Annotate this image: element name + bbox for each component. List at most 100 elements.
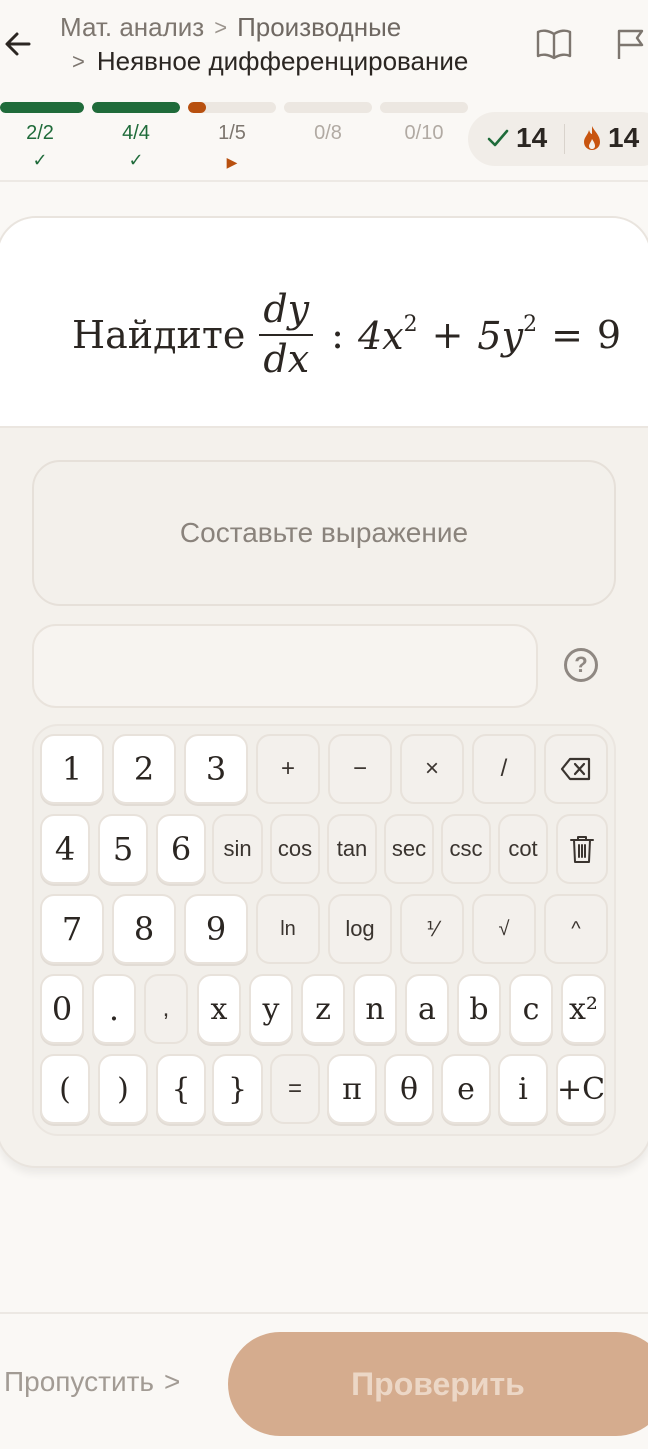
check-icon: ✓ — [32, 150, 48, 170]
equation-term-2: 5y2 — [477, 312, 537, 358]
key-n[interactable]: n — [353, 974, 397, 1044]
correct-counter: 14 — [486, 122, 547, 154]
key-close-paren[interactable]: ) — [98, 1054, 148, 1124]
key-open-paren[interactable]: ( — [40, 1054, 90, 1124]
key-y[interactable]: y — [249, 974, 293, 1044]
key-theta[interactable]: θ — [384, 1054, 434, 1124]
segment-count[interactable]: 1/5 — [192, 122, 272, 145]
chevron-right-icon: > — [164, 1366, 181, 1397]
term-1-exponent: 2 — [403, 311, 418, 337]
key-8[interactable]: 8 — [112, 894, 176, 964]
streak-counter: 14 — [582, 122, 639, 154]
key-plus[interactable]: + — [256, 734, 320, 804]
check-icon — [487, 129, 509, 147]
key-0[interactable]: 0 — [40, 974, 84, 1044]
key-ln[interactable]: ln — [256, 894, 320, 964]
stats-divider — [564, 124, 565, 154]
question-text: Найдите dy dx : 4x2 + 5y2 = 9 — [72, 289, 621, 380]
key-a[interactable]: a — [405, 974, 449, 1044]
report-button[interactable] — [612, 26, 648, 62]
breadcrumb: Мат. анализ > Производные — [60, 12, 401, 43]
key-2[interactable]: 2 — [112, 734, 176, 804]
key-7[interactable]: 7 — [40, 894, 104, 964]
progress-fill — [92, 102, 180, 113]
question-prompt: Найдите — [72, 312, 246, 357]
key-divide[interactable]: / — [472, 734, 536, 804]
exercise-card: Найдите dy dx : 4x2 + 5y2 = 9 Составьте … — [0, 216, 648, 1168]
current-marker-icon: ▶ — [226, 154, 238, 170]
progress-fill — [0, 102, 84, 113]
question-panel: Найдите dy dx : 4x2 + 5y2 = 9 — [0, 218, 648, 428]
key-sqrt[interactable]: √ — [472, 894, 536, 964]
key-multiply[interactable]: × — [400, 734, 464, 804]
segment-count[interactable]: 0/10 — [384, 122, 464, 145]
breadcrumb-root[interactable]: Мат. анализ — [60, 12, 204, 43]
stats-badge: 14 14 — [468, 112, 648, 166]
header: Мат. анализ > Производные > Неявное дифф… — [0, 0, 648, 90]
key-cot[interactable]: cot — [498, 814, 548, 884]
breadcrumb-line-2: > Неявное дифференцирование — [72, 46, 468, 77]
key-dot[interactable]: . — [92, 974, 136, 1044]
key-equals[interactable]: = — [270, 1054, 320, 1124]
help-button[interactable]: ? — [564, 648, 598, 682]
key-sin[interactable]: sin — [212, 814, 263, 884]
key-minus[interactable]: − — [328, 734, 392, 804]
theory-button[interactable] — [534, 26, 574, 62]
segment-count[interactable]: 2/2 — [0, 122, 80, 145]
flame-icon — [584, 126, 600, 150]
equation-colon: : — [331, 312, 344, 357]
math-keyboard: 1 2 3 + − × / 4 5 6 sin cos tan sec csc … — [32, 724, 616, 1136]
key-cos[interactable]: cos — [270, 814, 320, 884]
help-icon: ? — [574, 652, 588, 677]
expression-input[interactable] — [32, 624, 538, 708]
key-comma[interactable]: , — [144, 974, 188, 1044]
key-open-brace[interactable]: { — [156, 1054, 206, 1124]
key-plus-c[interactable]: +C — [556, 1054, 606, 1124]
key-5[interactable]: 5 — [98, 814, 148, 884]
equation-term-1: 4x2 — [358, 312, 418, 358]
flag-icon — [617, 29, 644, 59]
answer-drop-area[interactable]: Составьте выражение — [32, 460, 616, 606]
key-z[interactable]: z — [301, 974, 345, 1044]
back-button[interactable] — [0, 26, 36, 62]
term-2-exponent: 2 — [523, 311, 538, 337]
key-9[interactable]: 9 — [184, 894, 248, 964]
segment-count[interactable]: 0/8 — [288, 122, 368, 145]
breadcrumb-separator: > — [72, 48, 85, 74]
key-x[interactable]: x — [197, 974, 241, 1044]
header-divider — [0, 180, 648, 182]
key-1[interactable]: 1 — [40, 734, 104, 804]
breadcrumb-separator: > — [214, 14, 228, 40]
segment-count[interactable]: 4/4 — [96, 122, 176, 145]
key-csc[interactable]: csc — [441, 814, 491, 884]
key-6[interactable]: 6 — [156, 814, 206, 884]
progress-segment — [380, 102, 468, 113]
backspace-key[interactable] — [544, 734, 608, 804]
key-pi[interactable]: π — [327, 1054, 377, 1124]
breadcrumb-current: Неявное дифференцирование — [96, 46, 469, 76]
key-3[interactable]: 3 — [184, 734, 248, 804]
key-log[interactable]: log — [328, 894, 392, 964]
key-reciprocal[interactable]: ⅟ — [400, 894, 464, 964]
key-close-brace[interactable]: } — [212, 1054, 263, 1124]
progress-fill — [188, 102, 206, 113]
clear-key[interactable] — [556, 814, 608, 884]
key-power[interactable]: ^ — [544, 894, 608, 964]
skip-button[interactable]: Пропустить > — [4, 1366, 180, 1398]
skip-label: Пропустить — [4, 1366, 154, 1397]
key-e[interactable]: e — [441, 1054, 491, 1124]
streak-count: 14 — [608, 122, 640, 153]
key-tan[interactable]: tan — [327, 814, 377, 884]
key-4[interactable]: 4 — [40, 814, 90, 884]
footer-divider — [0, 1312, 648, 1314]
breadcrumb-section[interactable]: Производные — [237, 12, 401, 43]
key-i[interactable]: i — [498, 1054, 548, 1124]
progress-segment — [0, 102, 84, 113]
key-b[interactable]: b — [457, 974, 501, 1044]
fraction-numerator: dy — [259, 289, 314, 336]
key-c[interactable]: c — [509, 974, 553, 1044]
check-button[interactable]: Проверить — [228, 1332, 648, 1436]
key-sec[interactable]: sec — [384, 814, 434, 884]
term-1-base: 4x — [357, 313, 404, 358]
key-x-squared[interactable]: x² — [561, 974, 606, 1044]
